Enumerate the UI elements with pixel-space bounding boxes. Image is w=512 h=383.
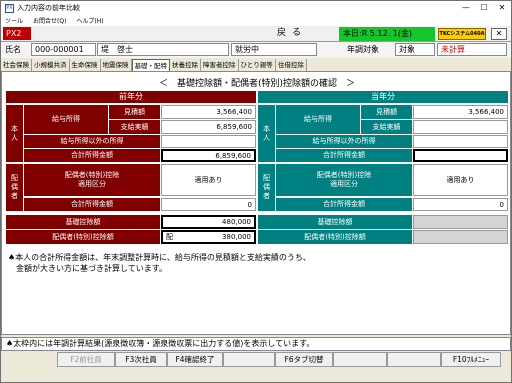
prev-haigusha-label: 配 偶 者 <box>6 164 23 211</box>
curr-haigusha-label: 配 偶 者 <box>258 164 275 211</box>
prev-year-header: 前年分 <box>6 91 256 103</box>
tab-social-insurance[interactable]: 社会保険 <box>1 59 32 71</box>
prev-kubun-label: 配偶者(特別)控除 適用区分 <box>24 164 160 196</box>
prev-shiharai-label: 支給実績 <box>109 120 160 134</box>
f4-confirm-button[interactable]: F4確認終了 <box>167 352 223 367</box>
tab-basic-spouse[interactable]: 基礎・配特 <box>131 59 170 71</box>
menu-help[interactable]: ヘルプ(H) <box>76 16 103 25</box>
f6-tab-switch-button[interactable]: F6タブ切替 <box>275 352 333 367</box>
tab-single-parent[interactable]: ひとり親等 <box>239 59 276 71</box>
tab-housing-loan[interactable]: 住借控除 <box>276 59 307 71</box>
status-message: ♠太枠内には年調計算結果(源泉徴収簿・源泉徴収票に出力する値)を表示しています。 <box>1 337 511 351</box>
panel-title: ＜ 基礎控除額・配偶者(特別)控除額の確認 ＞ <box>158 79 356 89</box>
curr-honnin-label: 本 人 <box>258 105 275 162</box>
year-target-label: 年調対象 <box>347 45 379 54</box>
menu-bar: ツール お問合せ(Q) ヘルプ(H) <box>1 15 511 26</box>
f2-prev-employee-button[interactable]: F2前社員 <box>57 352 115 367</box>
prev-total-label: 合計所得金額 <box>24 149 160 162</box>
prev-haikoujo-box: 配 380,000 <box>161 230 256 244</box>
prev-honnin-label: 本 人 <box>6 105 23 162</box>
screen-tag: PX2 <box>3 27 31 40</box>
prev-other-label: 給与所得以外の所得 <box>24 135 160 148</box>
curr-other-value <box>413 135 508 148</box>
curr-shiharai-value <box>413 120 508 134</box>
prev-mitsumori-label: 見積額 <box>109 105 160 119</box>
prev-haikoujo-label: 配偶者(特別)控除額 <box>6 230 160 244</box>
employee-code: 000-000001 <box>31 43 96 56</box>
employee-name: 堤 啓士 <box>97 43 229 56</box>
curr-kubun-value: 適用あり <box>413 164 508 196</box>
name-label: 氏名 <box>5 45 21 54</box>
title-bar: PX 入力内容の前年比較 — ☐ ✕ <box>1 1 511 15</box>
tab-small-mutual[interactable]: 小規模共済 <box>32 59 70 71</box>
curr-haikoujo-value <box>413 230 508 244</box>
tab-dependents[interactable]: 扶養控除 <box>170 59 201 71</box>
curr-shiharai-label: 支給実績 <box>361 120 412 134</box>
brand-logo: TKCシステム040A <box>438 28 486 40</box>
prev-shiharai-value: 6,859,600 <box>161 120 256 134</box>
work-status: 就労中 <box>231 43 317 56</box>
prev-other-value <box>161 135 256 148</box>
window-title: 入力内容の前年比較 <box>17 4 80 12</box>
curr-kiso-label: 基礎控除額 <box>258 215 412 229</box>
curr-kiso-value <box>413 215 508 229</box>
curr-mitsumori-value: 3,566,400 <box>413 105 508 119</box>
curr-other-label: 給与所得以外の所得 <box>276 135 412 148</box>
employee-info-row: 氏名 000-000001 堤 啓士 就労中 年調対象 対象 未計算 <box>1 42 511 58</box>
curr-mitsumori-label: 見積額 <box>361 105 412 119</box>
prev-mitsumori-value: 3,566,400 <box>161 105 256 119</box>
close-icon[interactable]: ✕ <box>493 1 511 15</box>
curr-kyuyo-label: 給与所得 <box>276 105 360 134</box>
prev-sp-total-label: 合計所得金額 <box>24 198 160 211</box>
curr-total-value <box>413 149 508 162</box>
curr-year-header: 当年分 <box>258 91 508 103</box>
curr-total-label: 合計所得金額 <box>276 149 412 162</box>
tab-earthquake-insurance[interactable]: 地震保険 <box>101 59 132 71</box>
menu-inquiry[interactable]: お問合せ(Q) <box>33 16 66 25</box>
prev-kubun-value: 適用あり <box>161 164 256 196</box>
year-target-value: 対象 <box>395 43 435 56</box>
today-date: 本日:R 5.12. 1(金) <box>339 27 435 41</box>
f10-full-menu-button[interactable]: F10ﾌﾙﾒﾆｭｰ <box>441 352 501 367</box>
comparison-panel: ＜ 基礎控除額・配偶者(特別)控除額の確認 ＞ 前年分 当年分 本 人 給与所得… <box>1 71 511 335</box>
top-toolbar: PX2 戻る 本日:R 5.12. 1(金) TKCシステム040A ✕ <box>1 26 511 42</box>
tab-bar: 社会保険 小規模共済 生命保険 地震保険 基礎・配特 扶養控除 障害者控除 ひと… <box>1 59 511 71</box>
prev-total-value: 6,859,600 <box>161 149 256 162</box>
menu-tools[interactable]: ツール <box>5 16 23 25</box>
curr-kubun-label: 配偶者(特別)控除 適用区分 <box>276 164 412 196</box>
curr-haikoujo-label: 配偶者(特別)控除額 <box>258 230 412 244</box>
prev-sp-total-value: 0 <box>161 198 256 211</box>
calc-state: 未計算 <box>437 43 507 56</box>
close-screen-button[interactable]: ✕ <box>491 28 507 40</box>
f3-next-employee-button[interactable]: F3次社員 <box>115 352 167 367</box>
maximize-icon[interactable]: ☐ <box>475 1 493 15</box>
prev-kiso-label: 基礎控除額 <box>6 215 160 229</box>
main-window: PX 入力内容の前年比較 — ☐ ✕ ツール お問合せ(Q) ヘルプ(H) PX… <box>0 0 512 383</box>
prev-kiso-value: 480,000 <box>161 215 256 229</box>
calc-note: ♠本人の合計所得金額は、年末調整計算時に、給与所得の見積額と支給実績のうち、 金… <box>8 253 311 273</box>
tab-life-insurance[interactable]: 生命保険 <box>70 59 101 71</box>
function-key-bar: F2前社員 F3次社員 F4確認終了 F6タブ切替 F10ﾌﾙﾒﾆｭｰ <box>1 352 511 368</box>
app-icon: PX <box>5 3 14 13</box>
curr-sp-total-value: 0 <box>413 198 508 211</box>
prev-haikoujo-value: 380,000 <box>222 233 251 241</box>
curr-sp-total-label: 合計所得金額 <box>276 198 412 211</box>
prev-haikoujo-tag: 配 <box>166 233 173 241</box>
back-button[interactable]: 戻る <box>251 27 333 40</box>
tab-disability[interactable]: 障害者控除 <box>201 59 239 71</box>
minimize-icon[interactable]: — <box>457 1 475 15</box>
prev-kyuyo-label: 給与所得 <box>24 105 108 134</box>
